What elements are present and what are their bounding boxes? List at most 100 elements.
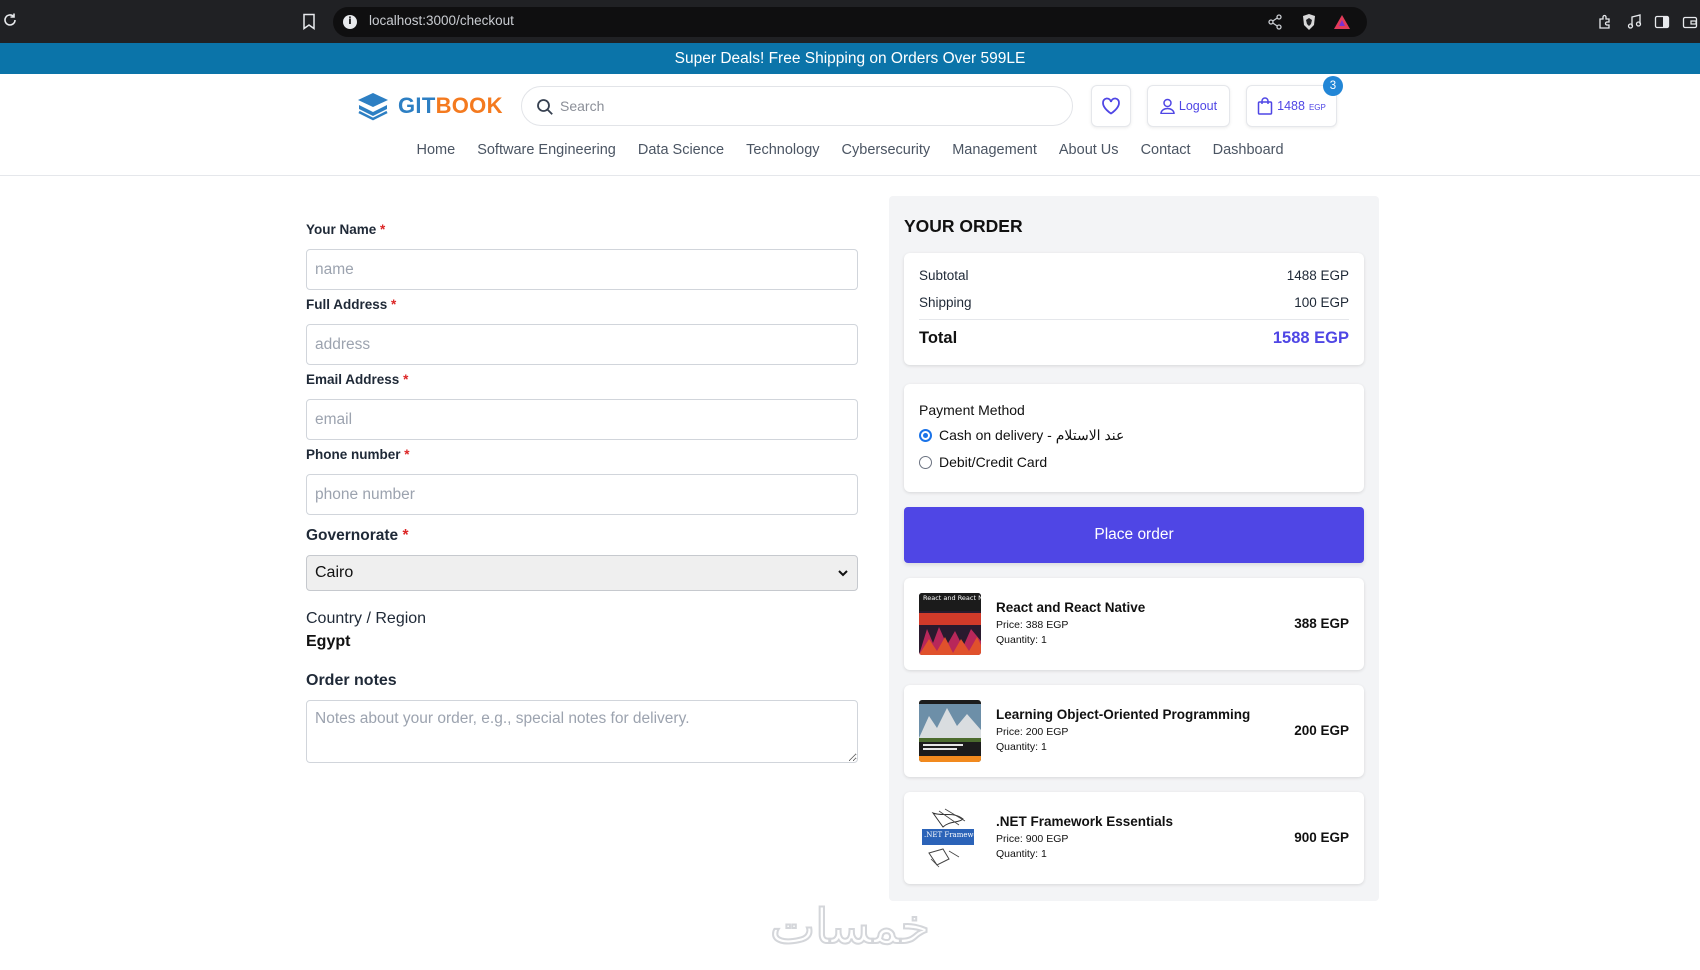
extensions-icon[interactable] [1597, 14, 1613, 30]
item-title[interactable]: Learning Object-Oriented Programming [996, 707, 1250, 722]
logout-label: Logout [1178, 99, 1218, 113]
governorate-label: Governorate * [306, 527, 409, 544]
site-info-icon[interactable]: i [343, 15, 357, 29]
email-input[interactable] [306, 399, 858, 440]
order-item: .NET Framework .NET Framework Essentials… [904, 792, 1364, 884]
item-price: Price: 200 EGP [996, 726, 1069, 738]
name-input[interactable] [306, 249, 858, 290]
nav-about-us[interactable]: About Us [1059, 142, 1119, 158]
total-value: 1588 EGP [1272, 329, 1349, 347]
svg-text:React and React Native: React and React Native [923, 594, 981, 602]
nav-contact[interactable]: Contact [1141, 142, 1191, 158]
governorate-value: Cairo [315, 564, 354, 581]
address-label: Full Address * [306, 297, 397, 312]
total-label: Total [919, 329, 958, 347]
card-radio[interactable] [919, 455, 932, 469]
book-cover-react[interactable]: React and React Native [919, 593, 981, 655]
shopping-bag-icon [1257, 97, 1273, 115]
shipping-label: Shipping [919, 295, 972, 310]
subtotal-label: Subtotal [919, 268, 969, 283]
wishlist-button[interactable] [1091, 85, 1131, 127]
cart-currency: EGP [1308, 102, 1326, 112]
logo-text: GITBOOK [398, 93, 503, 118]
payment-option-card[interactable]: Debit/Credit Card [919, 454, 1047, 470]
search-input[interactable] [560, 95, 1040, 117]
nav-home[interactable]: Home [416, 142, 455, 158]
order-title: YOUR ORDER [904, 216, 1023, 236]
order-summary-panel: YOUR ORDER Subtotal 1488 EGP Shipping 10… [889, 196, 1379, 901]
promo-banner: Super Deals! Free Shipping on Orders Ove… [0, 43, 1700, 74]
nav-management[interactable]: Management [952, 142, 1037, 158]
share-icon[interactable] [1267, 14, 1283, 30]
svg-text:خمسات: خمسات [770, 899, 930, 955]
item-quantity: Quantity: 1 [996, 848, 1047, 860]
nav-technology[interactable]: Technology [746, 142, 819, 158]
item-total: 900 EGP [1294, 830, 1349, 845]
book-cover-oop[interactable] [919, 700, 981, 762]
totals-divider [919, 319, 1349, 320]
nav-data-science[interactable]: Data Science [638, 142, 724, 158]
logout-button[interactable]: Logout [1147, 85, 1230, 127]
card-label: Debit/Credit Card [939, 454, 1048, 470]
cart-amount: 1488 [1277, 99, 1305, 113]
url-text[interactable]: localhost:3000/checkout [369, 13, 514, 28]
book-cover-dotnet[interactable]: .NET Framework [919, 807, 981, 869]
site-logo[interactable]: GITBOOK [356, 89, 503, 123]
item-price: Price: 388 EGP [996, 619, 1069, 631]
phone-label: Phone number * [306, 447, 410, 462]
governorate-select[interactable]: Cairo [306, 555, 858, 591]
nav-dashboard[interactable]: Dashboard [1213, 142, 1284, 158]
cart-button[interactable]: 1488 EGP 3 [1246, 76, 1343, 127]
bookmark-icon[interactable] [302, 13, 318, 31]
subtotal-value: 1488 EGP [1286, 268, 1349, 283]
item-total: 200 EGP [1294, 723, 1349, 738]
heart-icon [1102, 97, 1120, 115]
item-title[interactable]: .NET Framework Essentials [996, 814, 1173, 829]
chevron-down-icon [838, 570, 848, 577]
shipping-value: 100 EGP [1294, 295, 1349, 310]
user-icon [1160, 98, 1175, 114]
address-input[interactable] [306, 324, 858, 365]
shipping-row: Shipping 100 EGP [919, 295, 1349, 310]
item-quantity: Quantity: 1 [996, 634, 1047, 646]
wallet-icon[interactable] [1682, 14, 1698, 30]
email-label: Email Address * [306, 372, 409, 387]
order-item: React and React Native React and React N… [904, 578, 1364, 670]
payment-method-card: Payment Method Cash on delivery - عند ال… [904, 384, 1364, 492]
nav-cybersecurity[interactable]: Cybersecurity [842, 142, 931, 158]
svg-text:.NET Framework: .NET Framework [924, 831, 981, 839]
cash-radio[interactable] [919, 429, 932, 442]
logo-icon [358, 93, 388, 121]
khamsat-watermark: خمسات [769, 898, 931, 955]
payment-method-title: Payment Method [919, 402, 1025, 418]
address-bar[interactable]: i localhost:3000/checkout [333, 7, 1367, 37]
payment-option-cash[interactable]: Cash on delivery - عند الاستلام [919, 427, 1124, 444]
item-title[interactable]: React and React Native [996, 600, 1145, 615]
media-icon[interactable] [1626, 14, 1642, 30]
item-total: 388 EGP [1294, 616, 1349, 631]
item-quantity: Quantity: 1 [996, 741, 1047, 753]
brave-shield-icon[interactable] [1301, 13, 1317, 31]
reload-icon[interactable] [2, 12, 20, 30]
order-notes-label: Order notes [306, 672, 397, 689]
total-row: Total 1588 EGP [919, 329, 1349, 348]
name-label: Your Name * [306, 222, 386, 237]
country-value: Egypt [306, 633, 351, 650]
country-label: Country / Region [306, 610, 427, 627]
phone-input[interactable] [306, 474, 858, 515]
search-box[interactable] [521, 86, 1073, 126]
main-nav: Home Software Engineering Data Science T… [0, 142, 1700, 166]
place-order-button[interactable]: Place order [904, 507, 1364, 563]
order-item: Learning Object-Oriented Programming Pri… [904, 685, 1364, 777]
cart-count-badge: 3 [1323, 76, 1343, 96]
sidebar-icon[interactable] [1654, 14, 1670, 30]
subtotal-row: Subtotal 1488 EGP [919, 268, 1349, 283]
brave-rewards-icon[interactable] [1333, 14, 1351, 30]
order-notes-input[interactable] [306, 700, 858, 763]
item-price: Price: 900 EGP [996, 833, 1069, 845]
totals-card: Subtotal 1488 EGP Shipping 100 EGP Total… [904, 253, 1364, 365]
search-icon[interactable] [536, 98, 554, 116]
header-divider [0, 175, 1700, 176]
nav-software-engineering[interactable]: Software Engineering [477, 142, 616, 158]
cash-label: Cash on delivery - عند الاستلام [939, 427, 1125, 443]
